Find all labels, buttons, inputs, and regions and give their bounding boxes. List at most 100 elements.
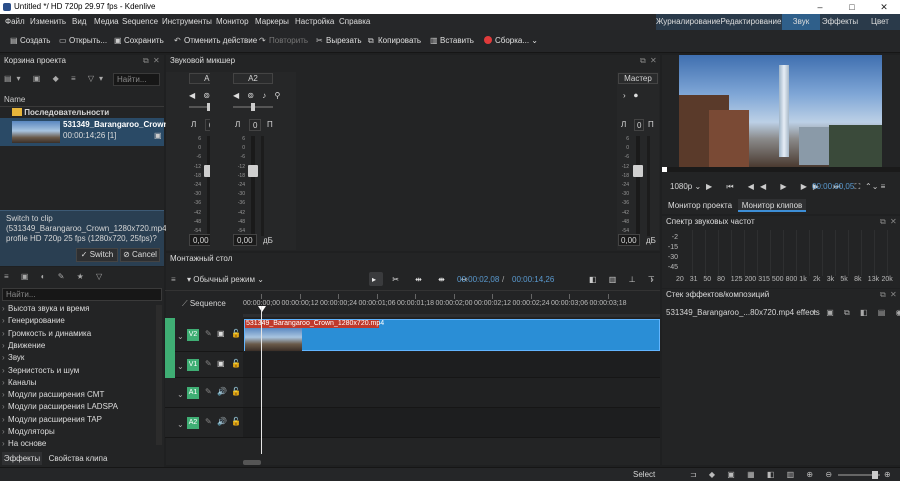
close-icon[interactable]: ✕	[872, 1, 896, 13]
copy-button[interactable]: ⧉ Копировать	[368, 36, 421, 46]
effect-stack-tools[interactable]: ▾ ▣ ⧉ ◧ ▤ ◉ 🔒	[812, 307, 900, 319]
resolution-select[interactable]: 1080p ⌄	[670, 181, 701, 193]
menu-view[interactable]: Вид	[72, 17, 86, 26]
effects-search-input[interactable]: Найти...	[2, 288, 162, 301]
track-lane[interactable]	[243, 378, 660, 408]
timeline-scrollbar[interactable]	[243, 460, 261, 465]
workspace-color[interactable]: Цвет	[860, 14, 900, 30]
timeline-toggle-icons[interactable]: ◧ ▥ ⊥ ⊤	[589, 274, 660, 286]
master-volume-value[interactable]: 0,00	[618, 234, 640, 246]
render-button[interactable]: Сборка... ⌄	[484, 36, 538, 45]
close-panel-icon[interactable]: ✕	[153, 55, 160, 67]
save-button[interactable]: ▣ Сохранить	[114, 36, 164, 45]
effect-category[interactable]: Движение	[0, 340, 164, 352]
float-icon[interactable]: ⧉	[880, 216, 886, 228]
collapse-icon[interactable]: ⌄	[177, 332, 184, 341]
menu-settings[interactable]: Настройка	[295, 17, 334, 26]
new-button[interactable]: ▤ Создать	[10, 36, 50, 45]
speaker-icon[interactable]: 🔊	[217, 417, 227, 426]
open-button[interactable]: ▭ Открыть...	[59, 36, 107, 45]
menu-help[interactable]: Справка	[339, 17, 370, 26]
timeline-menu-icon[interactable]: ≡	[171, 274, 176, 286]
close-panel-icon[interactable]: ✕	[890, 216, 897, 228]
track-tag[interactable]: V1	[187, 359, 199, 371]
effect-category[interactable]: Модули расширения CMT	[0, 389, 164, 401]
effect-category[interactable]: Громкость и динамика	[0, 328, 164, 340]
balance-knob[interactable]	[251, 103, 255, 111]
volume-fader-track[interactable]	[251, 136, 255, 236]
timeline-position[interactable]: 00:00:02,08	[457, 274, 499, 286]
speaker-icon[interactable]: 🔊	[217, 387, 227, 396]
status-toggles[interactable]: ⊐ ◆ ▣ ▦ ◧ ▥ ⊕ ⊖	[690, 469, 837, 481]
timeline-ruler[interactable]: 00:00:00;00 00:00:00;12 00:00:00;24 00:00:0…	[243, 292, 660, 316]
collapse-icon[interactable]: ⌄	[177, 362, 184, 371]
effect-category[interactable]: Модуляторы	[0, 426, 164, 438]
bin-search-input[interactable]: Найти...	[113, 73, 160, 86]
monitor-timecode[interactable]: 00:00:00,05	[812, 181, 854, 193]
timeline-overflow-icon[interactable]: ›	[651, 274, 654, 286]
close-panel-icon[interactable]: ✕	[650, 55, 657, 67]
lock-icon[interactable]: 🔓	[231, 329, 241, 338]
master-fader-knob[interactable]	[633, 165, 643, 177]
target-icon[interactable]: ✎	[205, 417, 212, 426]
volume-fader-knob[interactable]	[248, 165, 258, 177]
switch-button[interactable]: ✓ Switch	[76, 248, 118, 262]
tab-project-monitor[interactable]: Монитор проекта	[664, 199, 736, 212]
effect-category[interactable]: Генерирование	[0, 315, 164, 327]
paste-button[interactable]: ▥ Вставить	[430, 36, 474, 45]
menu-file[interactable]: Файл	[5, 17, 25, 26]
lock-icon[interactable]: 🔓	[231, 387, 241, 396]
target-icon[interactable]: ✎	[205, 387, 212, 396]
track-tag[interactable]: A1	[187, 387, 199, 399]
balance-value[interactable]: 0	[634, 119, 645, 131]
bin-clip-item[interactable]: 531349_Barangaroo_Crown_12 00:00:14;26 […	[0, 118, 182, 146]
tab-effects[interactable]: Эффекты	[2, 452, 42, 465]
volume-value[interactable]: 0,00	[233, 234, 257, 246]
edit-mode-select[interactable]: ▾ Обычный режим ⌄	[187, 274, 264, 286]
menu-media[interactable]: Медиа	[94, 17, 119, 26]
workspace-editing[interactable]: Редактирование	[720, 14, 782, 30]
track-lane[interactable]	[243, 408, 660, 438]
float-icon[interactable]: ⧉	[143, 55, 149, 67]
redo-button[interactable]: ↷ Повторить	[259, 36, 308, 45]
track-tag[interactable]: V2	[187, 329, 199, 341]
effects-toolbar-icons[interactable]: ≡ ▣ ◐ ✎ ★ ▽	[4, 271, 107, 283]
maximize-icon[interactable]: □	[840, 1, 864, 13]
channel-controls[interactable]: ◀ ⊚ ♪ ⚲	[233, 90, 283, 102]
menu-edit[interactable]: Изменить	[30, 17, 66, 26]
film-icon[interactable]: ▣	[217, 359, 225, 368]
monitor-playhead[interactable]	[662, 167, 667, 172]
minimize-icon[interactable]: –	[808, 1, 832, 13]
cut-button[interactable]: ✂ Вырезать	[316, 36, 362, 45]
menu-tools[interactable]: Инструменты	[162, 17, 212, 26]
effect-category[interactable]: Модули расширения LADSPA	[0, 401, 164, 413]
zoom-in-icon[interactable]: ⊕	[884, 469, 891, 481]
tab-clip-monitor[interactable]: Монитор клипов	[738, 199, 806, 212]
track-active-bar[interactable]	[165, 318, 175, 352]
menu-markers[interactable]: Маркеры	[255, 17, 289, 26]
workspace-audio[interactable]: Звук	[782, 14, 820, 30]
playhead-line[interactable]	[261, 306, 262, 454]
bin-toolbar-icons[interactable]: ▤▾ ▣ ◆ ≡ ▽▾	[4, 73, 108, 85]
workspace-effects[interactable]: Эффекты	[820, 14, 860, 30]
float-icon[interactable]: ⧉	[640, 55, 646, 67]
timeline-video-clip[interactable]: 531349_Barangaroo_Crown_1280x720.mp4	[244, 319, 660, 351]
lock-icon[interactable]: 🔓	[231, 359, 241, 368]
master-fader-track[interactable]	[636, 136, 640, 236]
track-tag[interactable]: A2	[187, 417, 199, 429]
track-lane[interactable]	[243, 352, 660, 378]
master-controls[interactable]: › ⏺	[623, 90, 641, 102]
float-icon[interactable]: ⧉	[880, 289, 886, 301]
close-panel-icon[interactable]: ✕	[890, 289, 897, 301]
effect-category[interactable]: На основе	[0, 438, 164, 450]
timeline-duration[interactable]: 00:00:14,26	[512, 274, 554, 286]
tab-clip-properties[interactable]: Свойства клипа	[44, 452, 112, 465]
track-active-bar[interactable]	[165, 352, 175, 378]
target-icon[interactable]: ✎	[205, 359, 212, 368]
menu-monitor[interactable]: Монитор	[216, 17, 249, 26]
target-icon[interactable]: ✎	[205, 329, 212, 338]
monitor-options-icon[interactable]: ⌃⌄ ≡	[865, 181, 885, 193]
collapse-icon[interactable]: ⌄	[177, 420, 184, 429]
film-icon[interactable]: ▣	[217, 329, 225, 338]
playhead-marker[interactable]	[258, 306, 266, 312]
